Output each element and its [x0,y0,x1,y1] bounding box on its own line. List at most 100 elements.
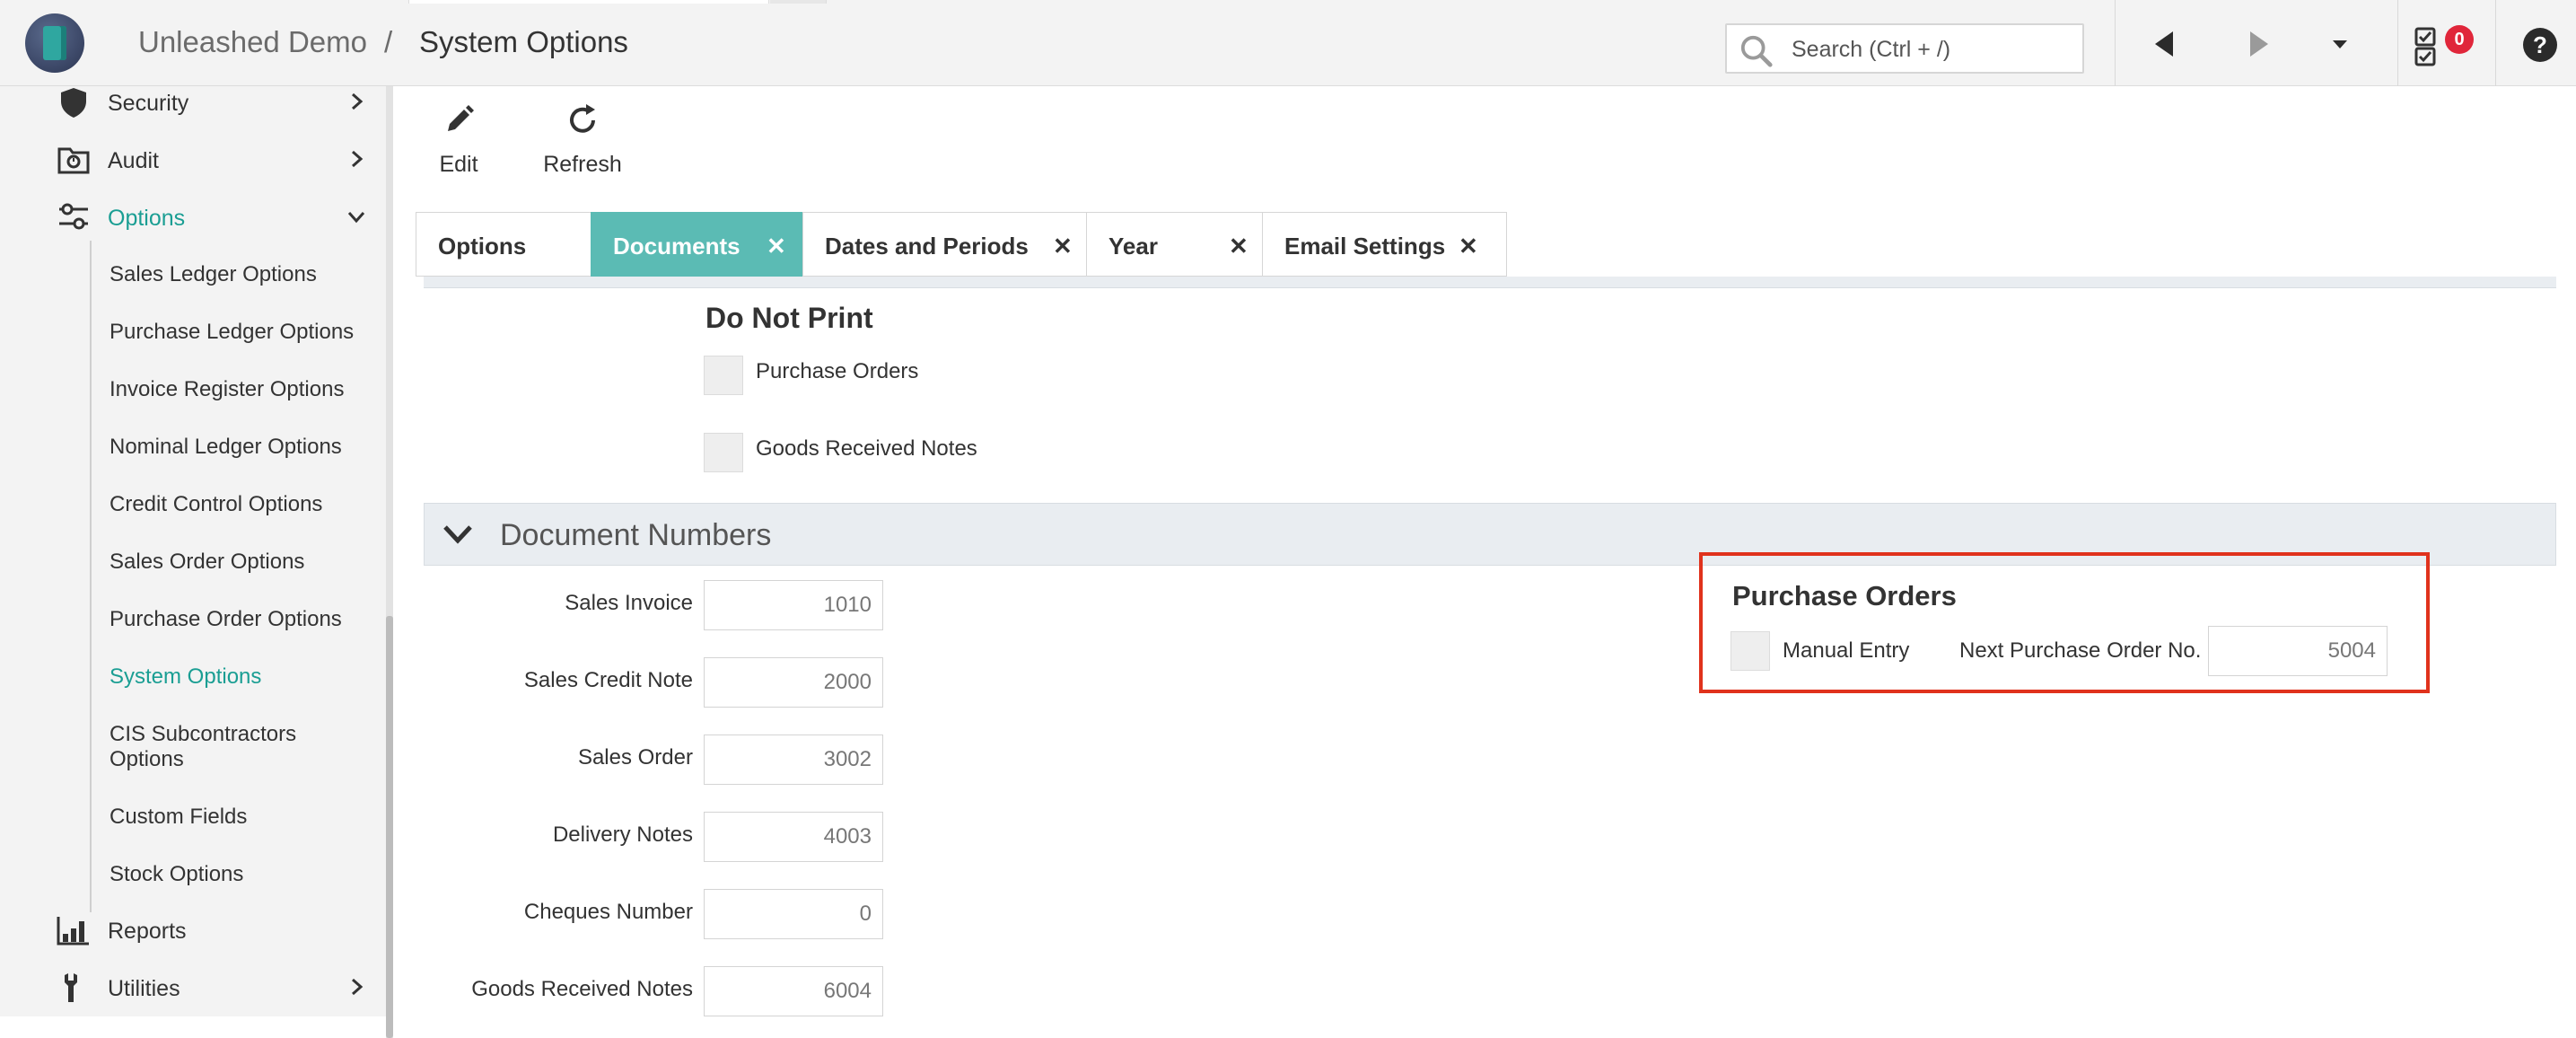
goods-received-notes-checkbox[interactable] [704,433,743,472]
breadcrumb-app[interactable]: Unleashed Demo [138,25,367,59]
sales-order-label: Sales Order [577,745,693,770]
page-title: System Options [419,25,628,58]
tasks-icon[interactable] [2414,27,2438,66]
goods-received-notes-number-label: Goods Received Notes [471,977,693,1001]
divider [2495,0,2496,86]
sales-order-input[interactable] [704,735,883,785]
close-icon[interactable]: ✕ [1459,233,1478,260]
divider [2397,0,2398,86]
sidebar-item-label: Utilities [108,976,180,1001]
forward-button[interactable] [2237,22,2282,66]
sidebar-item-security[interactable]: Security [0,75,386,128]
delivery-notes-input[interactable] [704,812,883,862]
wrench-icon [65,973,77,1002]
sidebar-item-reports[interactable]: Reports [0,903,386,955]
tab-label: Email Settings [1284,233,1446,260]
edit-label: Edit [439,152,478,177]
tab-label: Documents [613,233,740,260]
sales-invoice-input[interactable] [704,580,883,630]
chevron-right-icon [352,978,364,996]
sales-credit-note-label: Sales Credit Note [523,668,693,692]
manual-entry-checkbox[interactable] [1730,631,1770,671]
sliders-icon [59,203,88,230]
chevron-right-icon [352,92,364,110]
goods-received-notes-number-input[interactable] [704,966,883,1016]
browser-tab-stub [770,0,827,4]
sidebar-subitem[interactable]: Nominal Ledger Options [110,435,342,460]
sidebar-subitem[interactable]: Sales Ledger Options [110,262,317,287]
sales-invoice-label: Sales Invoice [565,591,693,615]
tab-documents[interactable]: Documents ✕ [591,212,803,277]
search-input[interactable] [1790,32,2072,66]
chevron-right-icon [352,150,364,168]
arrow-left-icon [2155,31,2173,57]
tasks-badge: 0 [2445,25,2474,54]
next-purchase-order-no-label: Next Purchase Order No. [1959,638,2202,663]
tab-label: Year [1108,233,1158,260]
tab-dates-and-periods[interactable]: Dates and Periods ✕ [802,212,1087,277]
sidebar-subitem[interactable]: Stock Options [110,862,243,887]
sidebar-item-label: Security [108,91,189,116]
purchase-orders-checkbox[interactable] [704,356,743,395]
book-icon [43,26,66,60]
sidebar-subitem[interactable]: Custom Fields [110,805,247,830]
history-dropdown-button[interactable] [2318,22,2362,66]
sidebar-subitem[interactable]: Purchase Ledger Options [110,320,354,345]
purchase-orders-title: Purchase Orders [1732,580,1957,611]
caret-down-icon [2333,40,2347,48]
help-icon[interactable]: ? [2522,27,2558,63]
next-purchase-order-no-input[interactable] [2208,626,2388,676]
sidebar-item-options[interactable]: Options [0,190,386,242]
scrollbar-thumb[interactable] [386,616,393,1038]
sidebar-item-label: Reports [108,919,187,944]
cheques-number-input[interactable] [704,889,883,939]
search-box[interactable] [1725,23,2084,74]
sidebar-item-audit[interactable]: Audit [0,133,386,185]
sidebar-subitem[interactable]: Purchase Order Options [110,607,342,632]
chevron-down-icon [443,525,472,544]
cheques-number-label: Cheques Number [523,900,693,924]
breadcrumb-separator: / [384,25,393,58]
sidebar-item-label: Audit [108,148,159,173]
tab-email-settings[interactable]: Email Settings ✕ [1262,212,1507,277]
top-bar: Unleashed Demo / System Options 0 ? [0,0,2576,86]
sidebar-footer [0,1016,388,1038]
close-icon[interactable]: ✕ [1053,233,1073,260]
svg-text:?: ? [2533,31,2547,58]
search-icon [1740,35,1773,67]
sidebar-scrollbar[interactable] [386,86,393,1038]
tab-year[interactable]: Year ✕ [1086,212,1263,277]
refresh-button[interactable]: Refresh [542,101,623,178]
sidebar-item-utilities[interactable]: Utilities [0,961,386,1013]
edit-button[interactable]: Edit [436,101,481,178]
bar-chart-icon [57,917,89,946]
document-numbers-title: Document Numbers [500,518,772,552]
tab-label: Options [438,233,527,260]
sales-credit-note-input[interactable] [704,657,883,708]
shield-icon [61,88,86,118]
purchase-orders-label: Purchase Orders [756,359,919,383]
back-button[interactable] [2142,22,2186,66]
section-header-strip [424,277,2556,288]
goods-received-notes-label: Goods Received Notes [756,436,977,461]
refresh-label: Refresh [543,152,622,177]
close-icon[interactable]: ✕ [767,233,786,260]
sidebar-subitem-system-options[interactable]: System Options [110,664,261,690]
sidebar-item-label: Options [108,206,186,231]
do-not-print-title: Do Not Print [705,302,873,334]
sidebar-subitem[interactable]: CIS Subcontractors Options [110,722,325,772]
sidebar-subitem[interactable]: Sales Order Options [110,550,304,575]
divider [2115,0,2116,86]
manual-entry-label: Manual Entry [1783,638,1910,663]
browser-tab-stub [408,0,769,4]
delivery-notes-label: Delivery Notes [552,822,693,847]
chevron-down-icon [347,212,365,224]
refresh-icon [570,104,595,133]
close-icon[interactable]: ✕ [1229,233,1249,260]
tab-options[interactable]: Options [416,212,591,277]
sidebar-subitem[interactable]: Invoice Register Options [110,377,344,402]
app-logo[interactable] [25,13,84,73]
sidebar-subitem[interactable]: Credit Control Options [110,492,322,517]
tab-label: Dates and Periods [825,233,1029,260]
audit-icon [57,147,90,174]
